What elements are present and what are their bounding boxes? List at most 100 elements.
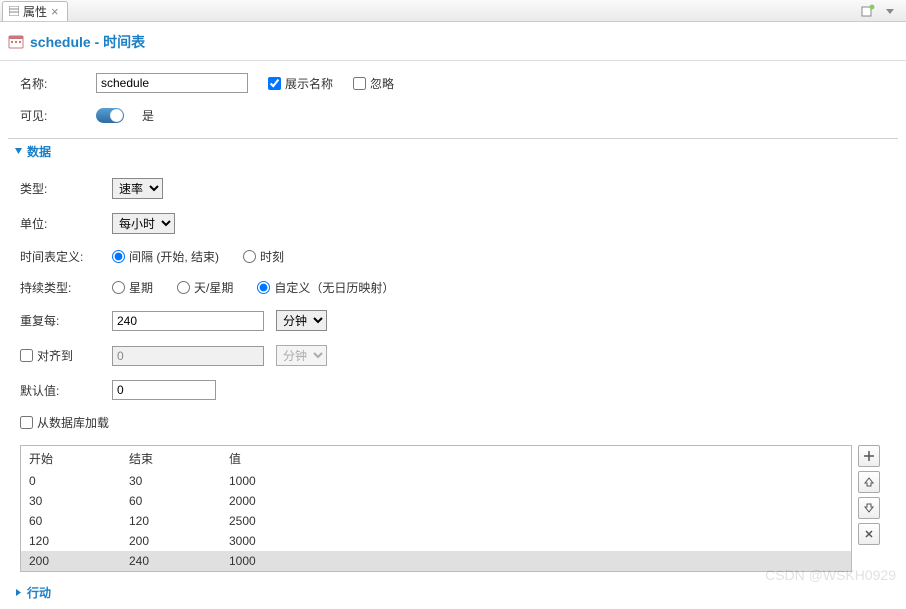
ignore-label: 忽略: [370, 75, 394, 92]
tab-properties[interactable]: 属性 ×: [2, 1, 68, 21]
name-input[interactable]: [96, 73, 248, 93]
align-input: [112, 346, 264, 366]
close-icon[interactable]: ×: [51, 5, 59, 18]
align-checkbox[interactable]: 对齐到: [20, 347, 100, 364]
new-view-icon[interactable]: [860, 3, 876, 19]
content: 名称: 展示名称 忽略 可见: 是 数据 类型: 速率 单位: 每小时: [0, 61, 906, 609]
table-row[interactable]: 0301000: [21, 471, 851, 491]
repeat-label: 重复每:: [20, 312, 100, 329]
radio-custom-input[interactable]: [257, 281, 270, 294]
name-label: 名称:: [20, 75, 84, 92]
loaddb-checkbox[interactable]: 从数据库加载: [20, 414, 109, 431]
radio-dayweek[interactable]: 天/星期: [177, 279, 233, 296]
row-loaddb: 从数据库加载: [20, 414, 898, 431]
type-label: 类型:: [20, 180, 100, 197]
loaddb-label: 从数据库加载: [37, 414, 109, 431]
type-select[interactable]: 速率: [112, 178, 163, 199]
duration-label: 持续类型:: [20, 279, 100, 296]
radio-week-label: 星期: [129, 279, 153, 296]
align-checkbox-input[interactable]: [20, 349, 33, 362]
tab-label: 属性: [23, 3, 47, 20]
radio-dayweek-label: 天/星期: [194, 279, 233, 296]
cell-start[interactable]: 120: [21, 531, 121, 551]
radio-week[interactable]: 星期: [112, 279, 153, 296]
cell-end[interactable]: 60: [121, 491, 221, 511]
repeat-input[interactable]: [112, 311, 264, 331]
radio-custom[interactable]: 自定义（无日历映射）: [257, 279, 394, 296]
radio-week-input[interactable]: [112, 281, 125, 294]
cell-value[interactable]: 1000: [221, 471, 851, 491]
show-name-checkbox[interactable]: 展示名称: [268, 75, 333, 92]
cell-end[interactable]: 200: [121, 531, 221, 551]
data-table-container: 开始 结束 值 03010003060200060120250012020030…: [20, 445, 852, 572]
cell-start[interactable]: 60: [21, 511, 121, 531]
section-data-label: 数据: [27, 143, 51, 160]
loaddb-input[interactable]: [20, 416, 33, 429]
row-timedef: 时间表定义: 间隔 (开始, 结束) 时刻: [20, 248, 898, 265]
cell-start[interactable]: 200: [21, 551, 121, 571]
cell-end[interactable]: 30: [121, 471, 221, 491]
col-start: 开始: [21, 446, 121, 471]
cell-start[interactable]: 30: [21, 491, 121, 511]
ignore-checkbox[interactable]: 忽略: [353, 75, 394, 92]
cell-value[interactable]: 1000: [221, 551, 851, 571]
properties-icon: [9, 6, 19, 16]
table-row[interactable]: 2002401000: [21, 551, 851, 571]
table-row[interactable]: 601202500: [21, 511, 851, 531]
unit-label: 单位:: [20, 215, 100, 232]
page-title: schedule - 时间表: [30, 32, 145, 52]
ignore-input[interactable]: [353, 77, 366, 90]
data-table[interactable]: 开始 结束 值 03010003060200060120250012020030…: [21, 446, 851, 571]
unit-select[interactable]: 每小时: [112, 213, 175, 234]
cell-value[interactable]: 3000: [221, 531, 851, 551]
table-row[interactable]: 1202003000: [21, 531, 851, 551]
show-name-label: 展示名称: [285, 75, 333, 92]
collapse-arrow-icon: [14, 147, 23, 156]
show-name-input[interactable]: [268, 77, 281, 90]
expand-arrow-icon: [14, 588, 23, 597]
table-area: 开始 结束 值 03010003060200060120250012020030…: [20, 445, 898, 572]
radio-moment-label: 时刻: [260, 248, 284, 265]
move-down-button[interactable]: [858, 497, 880, 519]
menu-icon[interactable]: [882, 3, 898, 19]
align-unit-select: 分钟: [276, 345, 327, 366]
cell-start[interactable]: 0: [21, 471, 121, 491]
delete-row-button[interactable]: [858, 523, 880, 545]
radio-custom-label: 自定义（无日历映射）: [274, 279, 394, 296]
default-input[interactable]: [112, 380, 216, 400]
visible-value: 是: [142, 107, 154, 124]
cell-value[interactable]: 2000: [221, 491, 851, 511]
table-row[interactable]: 30602000: [21, 491, 851, 511]
row-default: 默认值:: [20, 380, 898, 400]
timedef-label: 时间表定义:: [20, 248, 100, 265]
default-label: 默认值:: [20, 382, 100, 399]
row-unit: 单位: 每小时: [20, 213, 898, 234]
radio-interval-input[interactable]: [112, 250, 125, 263]
radio-interval[interactable]: 间隔 (开始, 结束): [112, 248, 219, 265]
section-action-header[interactable]: 行动: [8, 580, 898, 601]
page-header: schedule - 时间表: [0, 22, 906, 61]
tab-bar: 属性 ×: [0, 0, 906, 22]
radio-moment[interactable]: 时刻: [243, 248, 284, 265]
radio-dayweek-input[interactable]: [177, 281, 190, 294]
row-type: 类型: 速率: [20, 178, 898, 199]
row-align: 对齐到 分钟: [20, 345, 898, 366]
add-row-button[interactable]: [858, 445, 880, 467]
row-name: 名称: 展示名称 忽略: [20, 73, 898, 93]
tab-toolbar: [860, 3, 904, 19]
col-value: 值: [221, 446, 851, 471]
col-end: 结束: [121, 446, 221, 471]
cell-end[interactable]: 240: [121, 551, 221, 571]
row-repeat: 重复每: 分钟: [20, 310, 898, 331]
visible-label: 可见:: [20, 107, 84, 124]
repeat-unit-select[interactable]: 分钟: [276, 310, 327, 331]
cell-value[interactable]: 2500: [221, 511, 851, 531]
radio-moment-input[interactable]: [243, 250, 256, 263]
section-data-header[interactable]: 数据: [8, 138, 898, 166]
tab-group: 属性 ×: [2, 0, 68, 21]
align-label: 对齐到: [37, 347, 73, 364]
move-up-button[interactable]: [858, 471, 880, 493]
row-duration: 持续类型: 星期 天/星期 自定义（无日历映射）: [20, 279, 898, 296]
visible-toggle[interactable]: [96, 108, 124, 123]
cell-end[interactable]: 120: [121, 511, 221, 531]
